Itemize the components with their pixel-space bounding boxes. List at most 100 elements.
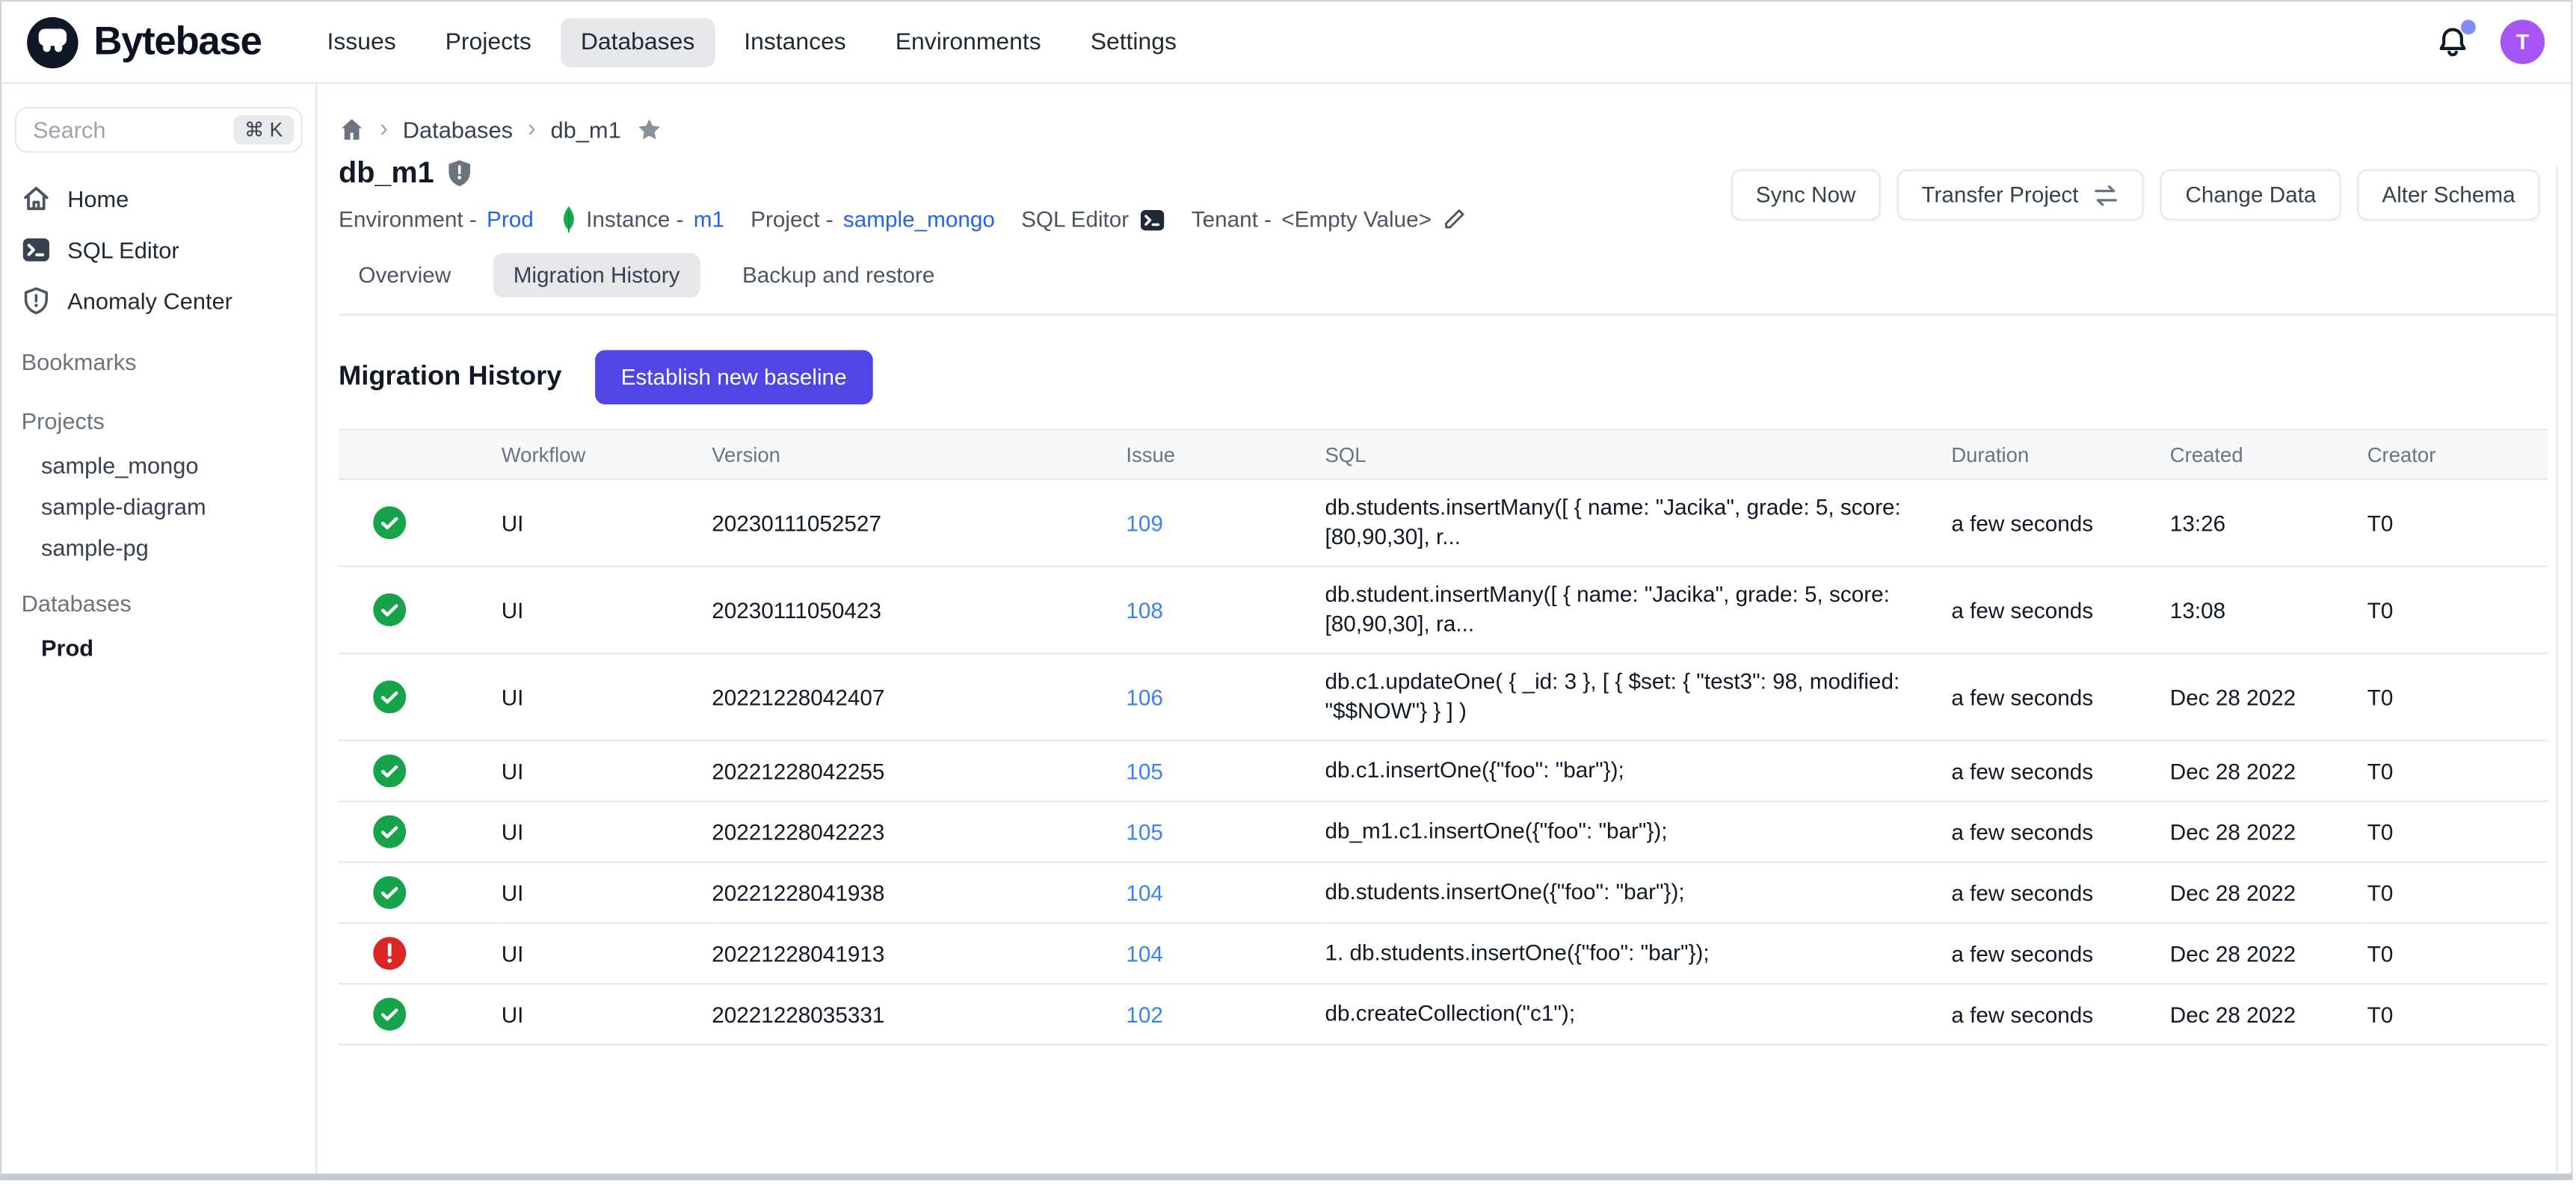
col-version: Version <box>712 430 1126 479</box>
migration-table-body: UI20230111052527109db.students.insertMan… <box>339 479 2548 1044</box>
environment-link[interactable]: Prod <box>487 207 534 232</box>
brand[interactable]: Bytebase <box>25 14 262 70</box>
pencil-icon[interactable] <box>1441 207 1466 232</box>
search-shortcut-badge: ⌘ K <box>233 115 295 145</box>
instance-meta: Instance - m1 <box>560 206 724 233</box>
version-cell: 20221228035331 <box>712 984 1126 1044</box>
tab-migration-history[interactable]: Migration History <box>493 253 700 297</box>
issue-link[interactable]: 104 <box>1126 881 1163 905</box>
migration-history-title: Migration History <box>339 362 561 393</box>
chevron-right-icon: › <box>380 115 388 143</box>
migration-row: UI20221228042255105db.c1.insertOne({"foo… <box>339 741 2548 801</box>
sidebar-item-sql-editor[interactable]: SQL Editor <box>1 223 315 274</box>
home-breadcrumb-icon[interactable] <box>339 116 365 142</box>
created-cell: Dec 28 2022 <box>2170 984 2367 1044</box>
issue-link[interactable]: 102 <box>1126 1002 1163 1026</box>
col-creator: Creator <box>2367 430 2548 479</box>
created-cell: Dec 28 2022 <box>2170 801 2367 862</box>
issue-link[interactable]: 105 <box>1126 759 1163 783</box>
transfer-project-label: Transfer Project <box>1921 182 2078 207</box>
success-check-icon <box>373 754 406 787</box>
sql-cell: db.student.insertMany([ { name: "Jacika"… <box>1325 567 1951 654</box>
sql-editor-meta[interactable]: SQL Editor <box>1021 206 1165 232</box>
main-content: › Databases › db_m1 db_m1 <box>317 84 2571 1180</box>
section-title: Bookmarks <box>1 339 315 385</box>
migration-row: UI20221228042407106db.c1.updateOne( { _i… <box>339 653 2548 741</box>
migration-row: UI20230111050423108db.student.insertMany… <box>339 567 2548 654</box>
issue-link[interactable]: 108 <box>1126 597 1163 622</box>
top-bar: Bytebase Issues Projects Databases Insta… <box>1 1 2571 84</box>
nav-item-projects[interactable]: Projects <box>425 17 551 67</box>
sidebar-item-prod[interactable]: Prod <box>1 626 315 668</box>
avatar[interactable]: T <box>2500 19 2545 64</box>
migration-row: UI20221228035331102db.createCollection("… <box>339 984 2548 1044</box>
project-label: Project - <box>751 207 833 232</box>
duration-cell: a few seconds <box>1951 479 2169 567</box>
breadcrumb-databases[interactable]: Databases <box>403 116 513 142</box>
sidebar-item-sample-pg[interactable]: sample-pg <box>1 526 315 567</box>
search-input[interactable]: Search ⌘ K <box>15 107 303 153</box>
workflow-cell: UI <box>502 479 712 567</box>
creator-cell: T0 <box>2367 923 2548 984</box>
page-actions: Sync Now Transfer Project Change Data Al… <box>1731 170 2540 221</box>
workflow-cell: UI <box>502 653 712 741</box>
col-status <box>339 430 502 479</box>
alter-schema-button[interactable]: Alter Schema <box>2357 170 2539 221</box>
nav-item-issues[interactable]: Issues <box>307 17 416 67</box>
environment-label: Environment - <box>339 207 477 232</box>
breadcrumb: › Databases › db_m1 <box>339 115 2571 143</box>
chevron-right-icon: › <box>528 115 536 143</box>
transfer-project-button[interactable]: Transfer Project <box>1896 170 2144 221</box>
migration-row: UI20230111052527109db.students.insertMan… <box>339 479 2548 567</box>
nav-item-settings[interactable]: Settings <box>1070 17 1196 67</box>
tab-backup-and-restore[interactable]: Backup and restore <box>723 253 955 297</box>
migration-row: UI20221228041938104db.students.insertOne… <box>339 862 2548 922</box>
issue-link[interactable]: 105 <box>1126 819 1163 844</box>
nav-item-environments[interactable]: Environments <box>875 17 1061 67</box>
issue-link[interactable]: 104 <box>1126 941 1163 966</box>
breadcrumb-db-m1[interactable]: db_m1 <box>551 116 621 142</box>
workflow-cell: UI <box>502 567 712 654</box>
sql-cell: db.c1.updateOne( { _id: 3 }, [ { $set: {… <box>1325 653 1951 741</box>
establish-baseline-button[interactable]: Establish new baseline <box>594 350 872 404</box>
sql-cell: db.c1.insertOne({"foo": "bar"}); <box>1325 741 1951 801</box>
version-cell: 20221228042223 <box>712 801 1126 862</box>
issue-link[interactable]: 106 <box>1126 685 1163 709</box>
shield-alert-icon[interactable] <box>447 159 472 187</box>
instance-link[interactable]: m1 <box>694 207 724 232</box>
duration-cell: a few seconds <box>1951 984 2169 1044</box>
creator-cell: T0 <box>2367 801 2548 862</box>
star-icon[interactable] <box>636 116 662 142</box>
migration-row: UI20221228042223105db_m1.c1.insertOne({"… <box>339 801 2548 862</box>
tenant-value: <Empty Value> <box>1281 207 1432 232</box>
project-link[interactable]: sample_mongo <box>843 207 995 232</box>
tab-overview[interactable]: Overview <box>339 253 471 297</box>
notification-bell-icon[interactable] <box>2435 24 2471 60</box>
notification-dot <box>2461 19 2476 34</box>
scrollbar-track[interactable] <box>2557 166 2572 1174</box>
top-navigation: Issues Projects Databases Instances Envi… <box>307 17 1196 67</box>
nav-item-instances[interactable]: Instances <box>724 17 866 67</box>
nav-item-databases[interactable]: Databases <box>561 17 714 67</box>
issue-link[interactable]: 109 <box>1126 511 1163 535</box>
sidebar-item-label: SQL Editor <box>67 236 179 262</box>
duration-cell: a few seconds <box>1951 801 2169 862</box>
success-check-icon <box>373 876 406 909</box>
sidebar-item-anomaly-center[interactable]: Anomaly Center <box>1 274 315 325</box>
bytebase-logo-icon <box>25 14 81 70</box>
version-cell: 20221228041913 <box>712 923 1126 984</box>
sidebar: Search ⌘ K Home <box>1 84 317 1180</box>
sidebar-section-projects: Projects sample_mongo sample-diagram sam… <box>1 398 315 567</box>
workflow-cell: UI <box>502 984 712 1044</box>
tenant-meta: Tenant - <Empty Value> <box>1192 207 1466 232</box>
created-cell: Dec 28 2022 <box>2170 862 2367 922</box>
change-data-button[interactable]: Change Data <box>2160 170 2341 221</box>
sidebar-item-sample-diagram[interactable]: sample-diagram <box>1 485 315 526</box>
topbar-right: T <box>2435 19 2545 64</box>
table-header-row: Workflow Version Issue SQL Duration Crea… <box>339 430 2548 479</box>
sql-cell: db.students.insertOne({"foo": "bar"}); <box>1325 862 1951 922</box>
sidebar-item-sample-mongo[interactable]: sample_mongo <box>1 444 315 485</box>
sync-now-button[interactable]: Sync Now <box>1731 170 1881 221</box>
workflow-cell: UI <box>502 801 712 862</box>
sidebar-item-home[interactable]: Home <box>1 173 315 223</box>
